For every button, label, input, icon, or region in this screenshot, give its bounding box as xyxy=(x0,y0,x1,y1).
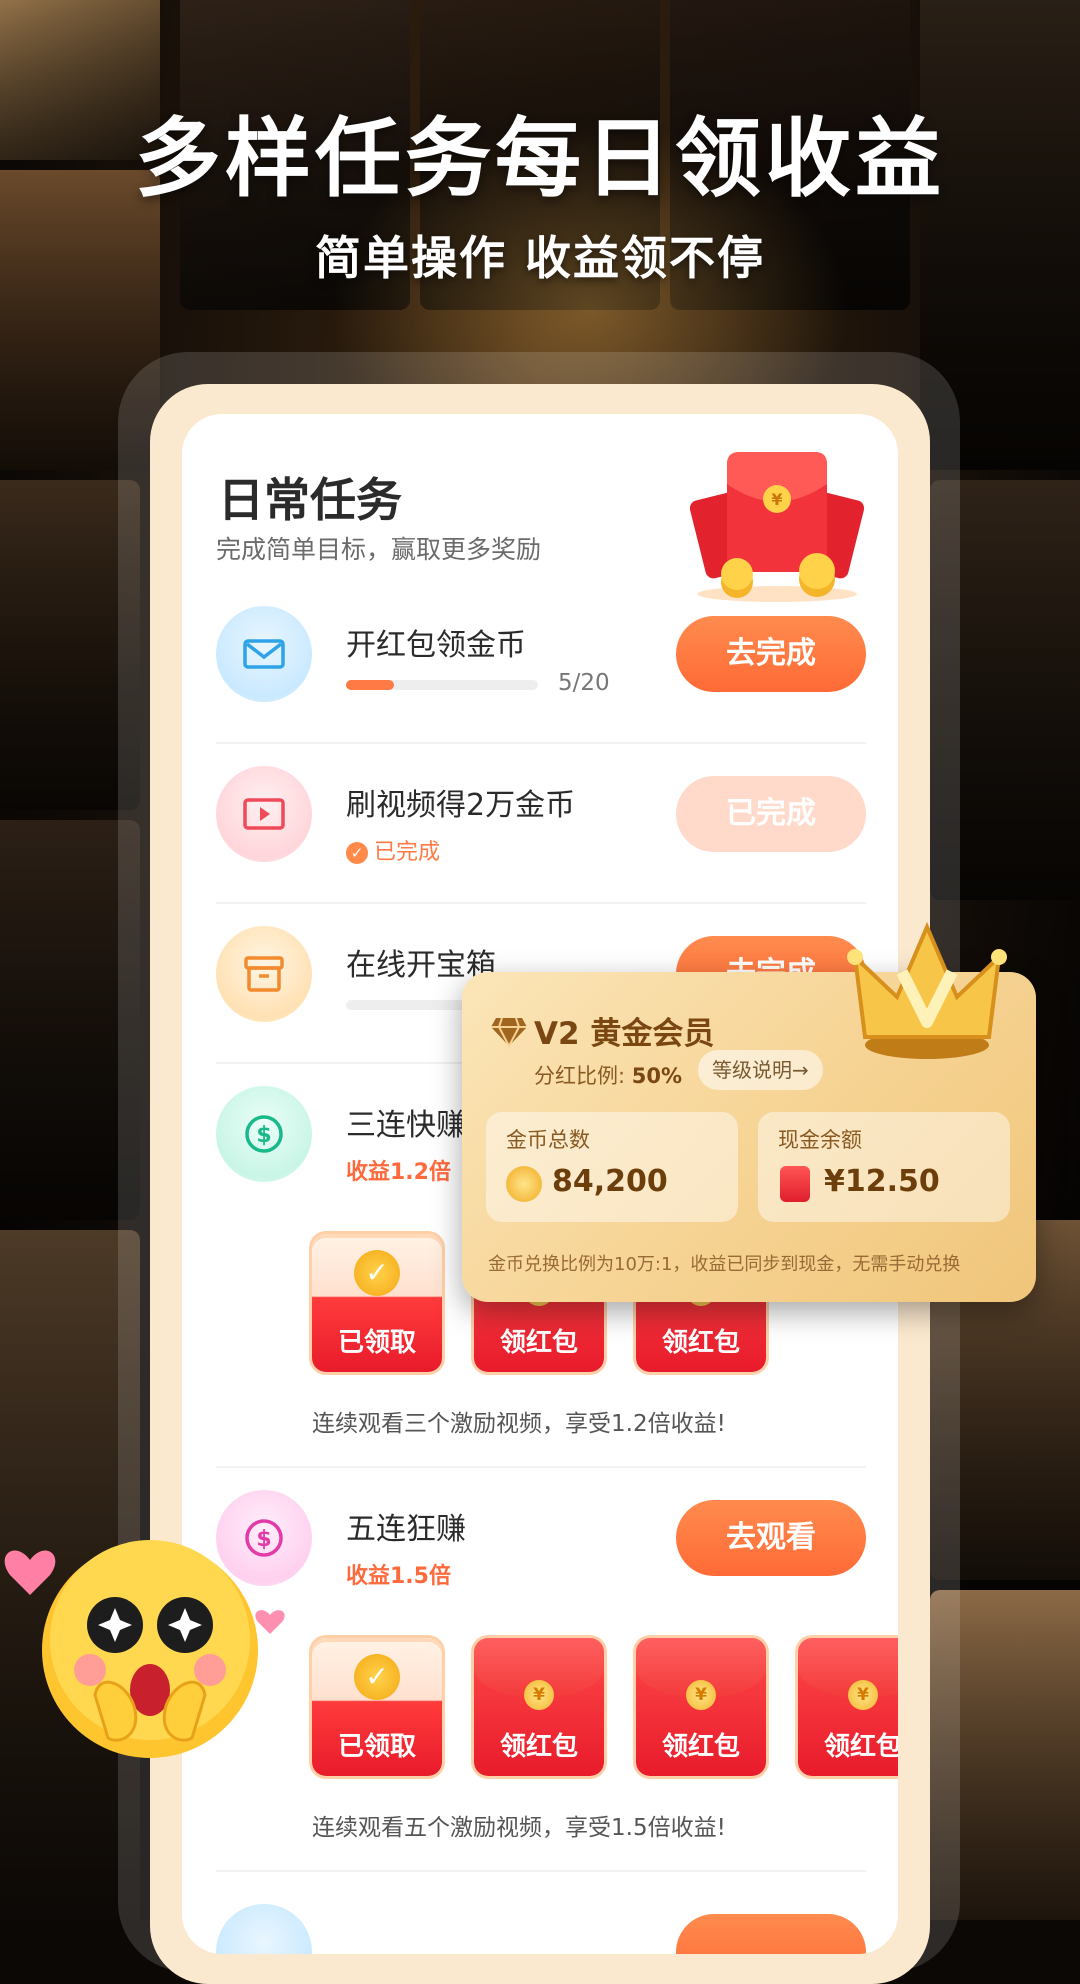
task-description: 连续观看三个激励视频，享受1.2倍收益! xyxy=(312,1411,726,1437)
promo-title: 多样任务每日领收益 xyxy=(135,109,945,209)
diamond-icon xyxy=(491,1017,527,1048)
red-packet[interactable]: ¥ 领红包 xyxy=(474,1638,604,1776)
coin-total-box: 金币总数 84,200 xyxy=(486,1112,738,1222)
claimed-packet[interactable]: ✓ 已领取 xyxy=(312,1638,442,1776)
svg-text:$: $ xyxy=(256,1123,271,1148)
divider xyxy=(216,902,866,904)
completed-status-label: 已完成 xyxy=(374,840,441,865)
packet-label: 领红包 xyxy=(661,1732,740,1762)
level-info-link[interactable]: 等级说明→ xyxy=(698,1050,823,1090)
task-name: 五连狂赚 xyxy=(346,1512,466,1547)
cash-balance-box: 现金余额 ¥12.50 xyxy=(758,1112,1010,1222)
dollar-icon: $ xyxy=(216,1086,312,1182)
crown-icon xyxy=(847,921,1007,1059)
vip-level-title: V2 黄金会员 xyxy=(534,1016,715,1052)
red-envelope-icon: ¥ xyxy=(689,452,865,602)
bonus-label: 收益1.5倍 xyxy=(346,1564,451,1589)
check-icon: ✓ xyxy=(354,1654,400,1700)
completed-button[interactable]: 已完成 xyxy=(676,776,866,852)
task-row: 开红包领金币 5/20 去完成 xyxy=(216,606,866,706)
promo-subtitle: 简单操作 收益领不停 xyxy=(314,231,765,285)
claimed-packet[interactable]: ✓ 已领取 xyxy=(312,1234,442,1372)
vip-card: V2 黄金会员 分红比例: 50% 等级说明→ 金币总数 84,200 现金余额… xyxy=(462,921,1036,1302)
progress-fill xyxy=(346,680,394,690)
packet-label: 领红包 xyxy=(499,1732,578,1762)
check-icon: ✓ xyxy=(354,1250,400,1296)
task-row: 刷视频得2万金币 ✓ 已完成 已完成 xyxy=(216,766,866,866)
progress-text: 5/20 xyxy=(558,670,610,696)
divider xyxy=(216,1466,866,1468)
dividend-ratio: 分红比例: 50% xyxy=(534,1060,682,1090)
cash-balance-label: 现金余额 xyxy=(778,1128,862,1152)
packet-label: 已领取 xyxy=(337,1328,416,1358)
task-description: 连续观看五个激励视频，享受1.5倍收益! xyxy=(312,1815,726,1841)
svg-text:¥: ¥ xyxy=(771,490,782,509)
task-name: 刷视频得2万金币 xyxy=(346,788,576,823)
red-envelope-icon xyxy=(780,1166,810,1202)
exchange-note: 金币兑换比例为10万:1，收益已同步到现金，无需手动兑换 xyxy=(488,1254,961,1275)
packet-label: 领红包 xyxy=(823,1732,898,1762)
progress-bar xyxy=(346,680,538,690)
section-subtitle: 完成简单目标，赢取更多奖励 xyxy=(216,535,542,564)
watch-button[interactable]: 去观看 xyxy=(676,1500,866,1576)
red-packet[interactable]: ¥ 领红包 xyxy=(636,1638,766,1776)
divider xyxy=(216,742,866,744)
video-icon xyxy=(216,766,312,862)
task-name: 三连快赚 xyxy=(346,1108,466,1143)
cash-balance-value: ¥12.50 xyxy=(824,1164,940,1199)
yuan-coin-icon: ¥ xyxy=(686,1680,716,1710)
box-icon xyxy=(216,926,312,1022)
packet-label: 已领取 xyxy=(337,1732,416,1762)
ratio-value: 50% xyxy=(631,1064,683,1088)
gold-coin-icon xyxy=(506,1166,542,1202)
coin-total-label: 金币总数 xyxy=(506,1128,590,1152)
next-task-button[interactable] xyxy=(676,1914,866,1954)
completed-status: ✓ 已完成 xyxy=(346,834,440,866)
divider xyxy=(216,1870,866,1872)
check-icon: ✓ xyxy=(346,842,368,864)
bonus-label: 收益1.2倍 xyxy=(346,1160,451,1185)
yuan-coin-icon: ¥ xyxy=(848,1680,878,1710)
yuan-coin-icon: ¥ xyxy=(524,1680,554,1710)
next-task-icon xyxy=(216,1904,312,1954)
packet-label: 领红包 xyxy=(499,1328,578,1358)
task-row: $ 五连狂赚 收益1.5倍 去观看 xyxy=(216,1490,866,1590)
red-packet[interactable]: ¥ 领红包 xyxy=(798,1638,898,1776)
section-title: 日常任务 xyxy=(218,473,402,527)
ratio-label: 分红比例: xyxy=(534,1064,626,1088)
mail-icon xyxy=(216,606,312,702)
packet-label: 领红包 xyxy=(661,1328,740,1358)
task-name: 开红包领金币 xyxy=(346,628,526,663)
coin-total-value: 84,200 xyxy=(552,1164,668,1199)
complete-button[interactable]: 去完成 xyxy=(676,616,866,692)
starry-eyed-emoji-icon xyxy=(4,1540,285,1758)
